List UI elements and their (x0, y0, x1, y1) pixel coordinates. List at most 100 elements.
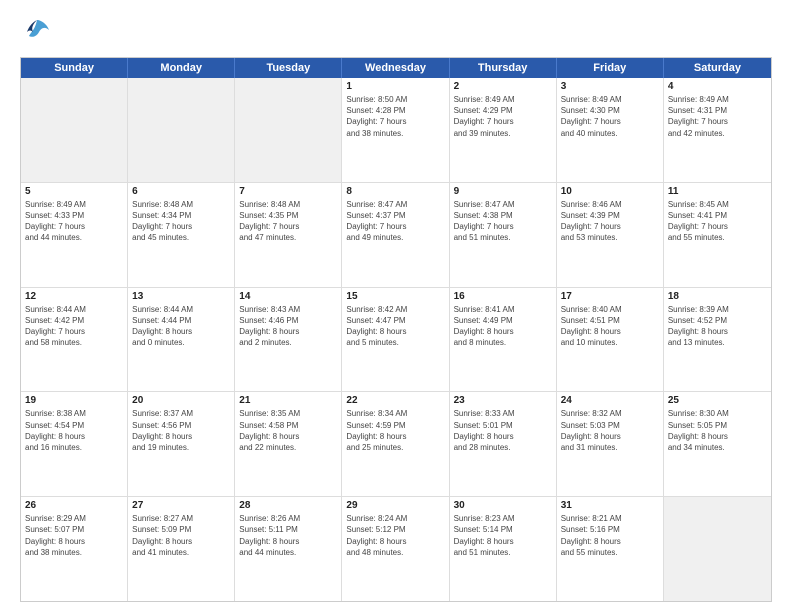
day-info: Sunrise: 8:49 AM Sunset: 4:33 PM Dayligh… (25, 199, 123, 244)
day-info: Sunrise: 8:37 AM Sunset: 4:56 PM Dayligh… (132, 408, 230, 453)
calendar: SundayMondayTuesdayWednesdayThursdayFrid… (20, 57, 772, 602)
day-number: 31 (561, 500, 659, 511)
page: SundayMondayTuesdayWednesdayThursdayFrid… (0, 0, 792, 612)
day-number: 8 (346, 186, 444, 197)
day-info: Sunrise: 8:47 AM Sunset: 4:38 PM Dayligh… (454, 199, 552, 244)
day-info: Sunrise: 8:27 AM Sunset: 5:09 PM Dayligh… (132, 513, 230, 558)
calendar-day-cell: 5 Sunrise: 8:49 AM Sunset: 4:33 PM Daylig… (21, 183, 128, 287)
day-number: 1 (346, 81, 444, 92)
day-number: 30 (454, 500, 552, 511)
day-number: 22 (346, 395, 444, 406)
day-number: 13 (132, 291, 230, 302)
calendar-day-cell: 6 Sunrise: 8:48 AM Sunset: 4:34 PM Daylig… (128, 183, 235, 287)
day-info: Sunrise: 8:24 AM Sunset: 5:12 PM Dayligh… (346, 513, 444, 558)
calendar-day-cell: 2 Sunrise: 8:49 AM Sunset: 4:29 PM Daylig… (450, 78, 557, 182)
calendar-header-cell: Sunday (21, 58, 128, 78)
day-info: Sunrise: 8:42 AM Sunset: 4:47 PM Dayligh… (346, 304, 444, 349)
day-number: 12 (25, 291, 123, 302)
day-number: 20 (132, 395, 230, 406)
calendar-day-cell: 23Sunrise: 8:33 AM Sunset: 5:01 PM Dayli… (450, 392, 557, 496)
calendar-day-cell: 18 Sunrise: 8:39 AM Sunset: 4:52 PM Dayli… (664, 288, 771, 392)
day-number: 21 (239, 395, 337, 406)
calendar-day-cell: 13Sunrise: 8:44 AM Sunset: 4:44 PM Dayli… (128, 288, 235, 392)
day-number: 23 (454, 395, 552, 406)
calendar-day-cell: 3 Sunrise: 8:49 AM Sunset: 4:30 PM Daylig… (557, 78, 664, 182)
calendar-day-cell (664, 497, 771, 601)
calendar-day-cell: 20 Sunrise: 8:37 AM Sunset: 4:56 PM Dayli… (128, 392, 235, 496)
calendar-day-cell: 16 Sunrise: 8:41 AM Sunset: 4:49 PM Dayli… (450, 288, 557, 392)
calendar-day-cell (128, 78, 235, 182)
calendar-day-cell: 29 Sunrise: 8:24 AM Sunset: 5:12 PM Dayli… (342, 497, 449, 601)
calendar-day-cell: 10 Sunrise: 8:46 AM Sunset: 4:39 PM Dayli… (557, 183, 664, 287)
day-number: 5 (25, 186, 123, 197)
day-number: 2 (454, 81, 552, 92)
header (20, 16, 772, 49)
day-info: Sunrise: 8:41 AM Sunset: 4:49 PM Dayligh… (454, 304, 552, 349)
day-info: Sunrise: 8:38 AM Sunset: 4:54 PM Dayligh… (25, 408, 123, 453)
logo (20, 16, 51, 49)
calendar-header-cell: Wednesday (342, 58, 449, 78)
day-info: Sunrise: 8:45 AM Sunset: 4:41 PM Dayligh… (668, 199, 767, 244)
calendar-day-cell: 30Sunrise: 8:23 AM Sunset: 5:14 PM Dayli… (450, 497, 557, 601)
calendar-day-cell: 17Sunrise: 8:40 AM Sunset: 4:51 PM Dayli… (557, 288, 664, 392)
calendar-day-cell: 15Sunrise: 8:42 AM Sunset: 4:47 PM Dayli… (342, 288, 449, 392)
calendar-header-cell: Thursday (450, 58, 557, 78)
day-info: Sunrise: 8:49 AM Sunset: 4:29 PM Dayligh… (454, 94, 552, 139)
day-number: 3 (561, 81, 659, 92)
day-number: 16 (454, 291, 552, 302)
calendar-day-cell: 11 Sunrise: 8:45 AM Sunset: 4:41 PM Dayli… (664, 183, 771, 287)
logo-bird-icon (23, 16, 51, 44)
day-number: 10 (561, 186, 659, 197)
day-number: 29 (346, 500, 444, 511)
day-number: 17 (561, 291, 659, 302)
day-number: 18 (668, 291, 767, 302)
day-info: Sunrise: 8:35 AM Sunset: 4:58 PM Dayligh… (239, 408, 337, 453)
day-info: Sunrise: 8:49 AM Sunset: 4:30 PM Dayligh… (561, 94, 659, 139)
calendar-header-cell: Monday (128, 58, 235, 78)
day-info: Sunrise: 8:47 AM Sunset: 4:37 PM Dayligh… (346, 199, 444, 244)
calendar-day-cell: 1 Sunrise: 8:50 AM Sunset: 4:28 PM Daylig… (342, 78, 449, 182)
day-info: Sunrise: 8:44 AM Sunset: 4:42 PM Dayligh… (25, 304, 123, 349)
day-number: 9 (454, 186, 552, 197)
day-info: Sunrise: 8:30 AM Sunset: 5:05 PM Dayligh… (668, 408, 767, 453)
day-info: Sunrise: 8:26 AM Sunset: 5:11 PM Dayligh… (239, 513, 337, 558)
calendar-day-cell: 28 Sunrise: 8:26 AM Sunset: 5:11 PM Dayli… (235, 497, 342, 601)
day-info: Sunrise: 8:39 AM Sunset: 4:52 PM Dayligh… (668, 304, 767, 349)
calendar-day-cell: 9 Sunrise: 8:47 AM Sunset: 4:38 PM Daylig… (450, 183, 557, 287)
day-info: Sunrise: 8:34 AM Sunset: 4:59 PM Dayligh… (346, 408, 444, 453)
calendar-day-cell: 22 Sunrise: 8:34 AM Sunset: 4:59 PM Dayli… (342, 392, 449, 496)
calendar-week-row: 5 Sunrise: 8:49 AM Sunset: 4:33 PM Daylig… (21, 183, 771, 288)
day-info: Sunrise: 8:48 AM Sunset: 4:35 PM Dayligh… (239, 199, 337, 244)
day-info: Sunrise: 8:32 AM Sunset: 5:03 PM Dayligh… (561, 408, 659, 453)
calendar-week-row: 12 Sunrise: 8:44 AM Sunset: 4:42 PM Dayli… (21, 288, 771, 393)
day-number: 4 (668, 81, 767, 92)
calendar-header-cell: Tuesday (235, 58, 342, 78)
day-info: Sunrise: 8:48 AM Sunset: 4:34 PM Dayligh… (132, 199, 230, 244)
day-info: Sunrise: 8:50 AM Sunset: 4:28 PM Dayligh… (346, 94, 444, 139)
day-info: Sunrise: 8:21 AM Sunset: 5:16 PM Dayligh… (561, 513, 659, 558)
calendar-body: 1 Sunrise: 8:50 AM Sunset: 4:28 PM Daylig… (21, 78, 771, 601)
calendar-day-cell: 14Sunrise: 8:43 AM Sunset: 4:46 PM Dayli… (235, 288, 342, 392)
day-info: Sunrise: 8:43 AM Sunset: 4:46 PM Dayligh… (239, 304, 337, 349)
calendar-day-cell: 31 Sunrise: 8:21 AM Sunset: 5:16 PM Dayli… (557, 497, 664, 601)
calendar-day-cell (235, 78, 342, 182)
calendar-day-cell: 27 Sunrise: 8:27 AM Sunset: 5:09 PM Dayli… (128, 497, 235, 601)
calendar-day-cell: 26Sunrise: 8:29 AM Sunset: 5:07 PM Dayli… (21, 497, 128, 601)
day-number: 27 (132, 500, 230, 511)
calendar-week-row: 1 Sunrise: 8:50 AM Sunset: 4:28 PM Daylig… (21, 78, 771, 183)
calendar-day-cell: 4Sunrise: 8:49 AM Sunset: 4:31 PM Daylig… (664, 78, 771, 182)
day-number: 6 (132, 186, 230, 197)
day-number: 25 (668, 395, 767, 406)
calendar-day-cell: 19Sunrise: 8:38 AM Sunset: 4:54 PM Dayli… (21, 392, 128, 496)
calendar-header-cell: Saturday (664, 58, 771, 78)
day-number: 11 (668, 186, 767, 197)
calendar-header-cell: Friday (557, 58, 664, 78)
calendar-day-cell: 24 Sunrise: 8:32 AM Sunset: 5:03 PM Dayli… (557, 392, 664, 496)
day-number: 24 (561, 395, 659, 406)
day-number: 28 (239, 500, 337, 511)
calendar-week-row: 19Sunrise: 8:38 AM Sunset: 4:54 PM Dayli… (21, 392, 771, 497)
calendar-header: SundayMondayTuesdayWednesdayThursdayFrid… (21, 58, 771, 78)
calendar-day-cell: 25 Sunrise: 8:30 AM Sunset: 5:05 PM Dayli… (664, 392, 771, 496)
calendar-day-cell: 21 Sunrise: 8:35 AM Sunset: 4:58 PM Dayli… (235, 392, 342, 496)
day-info: Sunrise: 8:46 AM Sunset: 4:39 PM Dayligh… (561, 199, 659, 244)
